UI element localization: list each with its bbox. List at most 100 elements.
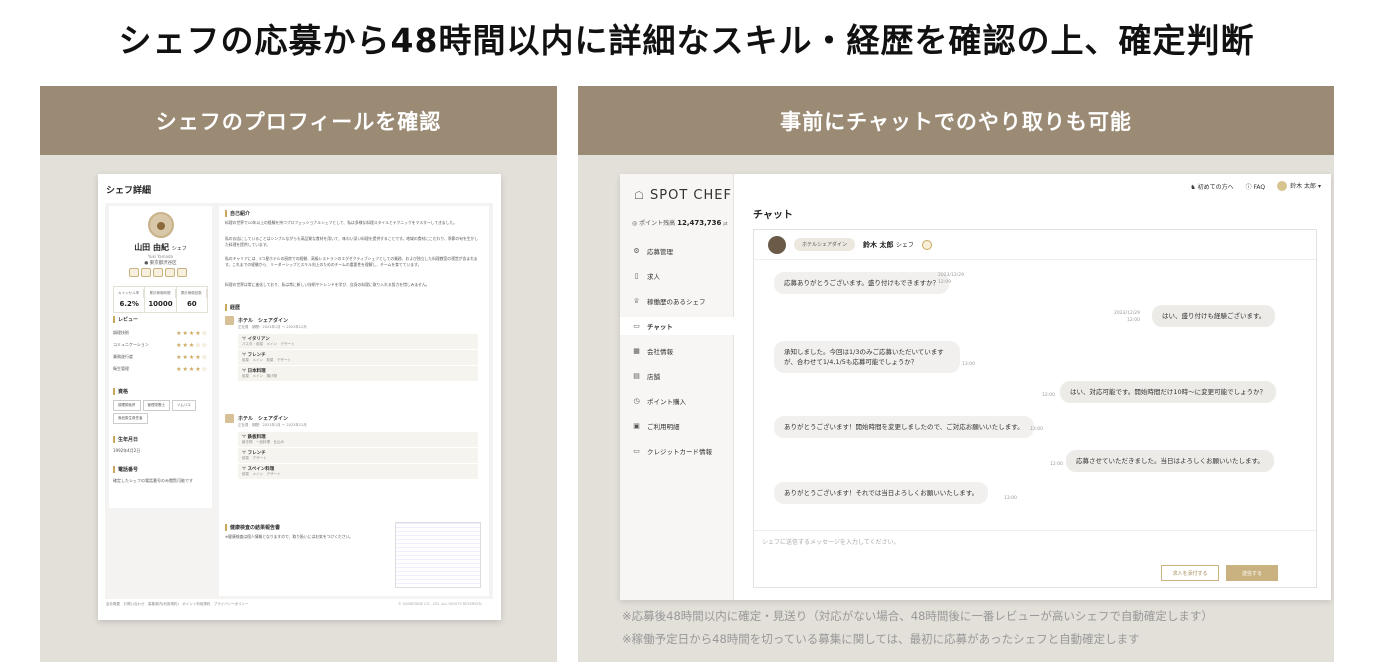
stars: ★★★★☆ xyxy=(176,330,208,337)
cuisine-item: ♈ フレンチ 前菜 デザート xyxy=(238,448,478,464)
settings-icon: ⚙ xyxy=(633,247,640,255)
document-icon: ▯ xyxy=(634,272,639,280)
review-row: 業務遂行度 ★★★★☆ xyxy=(113,354,208,361)
cuisine-item: ♈ スペイン料理 前菜 メイン デザート xyxy=(238,464,478,480)
intro-text: 料理の世界で10年以上の経験を持つプロフェッショナルシェフとして、私は多様な料理… xyxy=(225,220,458,225)
intro-text: 料理の世界は常に進化しており、私は常に新しい技術やトレンドを学び、自身の料理に取… xyxy=(225,282,430,287)
message-timestamp: 2023/12/29 12:00 xyxy=(1114,311,1140,323)
company-tag: ホテルシェアダイン xyxy=(794,238,856,251)
credit-card-icon: ▭ xyxy=(633,447,640,455)
logo[interactable]: ☖ SPOT CHEF xyxy=(634,188,732,203)
profile-content: 山田 由紀 シェフ Yuki Yamada ● 東京都渋谷区 キャンセル率 6.2… xyxy=(105,203,493,599)
sidebar-item-past-chefs[interactable]: ♕ 稼働歴のあるシェフ xyxy=(632,292,730,310)
stats: キャンセル率 6.2% 累計稼働時間 10000 累計稼働回数 60 xyxy=(113,286,208,313)
footer-links[interactable]: 会社概要 お問い合わせ 募集案内(利用規約) ポイント利用規約 プライバシーポリ… xyxy=(106,602,249,607)
qualification-tag: ソムリエ xyxy=(172,400,196,411)
profile-detail: 自己紹介 料理の世界で10年以上の経験を持つプロフェッショナルシェフとして、私は… xyxy=(219,206,489,596)
chevron-down-icon: ▾ xyxy=(1317,182,1321,190)
badges xyxy=(129,268,187,277)
qualification-tags: 調理師免許 管理栄養士 ソムリエ 食品衛生責任者 xyxy=(113,400,208,424)
qualification-tag: 調理師免許 xyxy=(113,400,141,411)
intro-text: 私のキャリアには、5つ星ホテルの厨房での経験、高級レストランのエグゼクティブシェ… xyxy=(225,256,478,267)
store-icon: ▤ xyxy=(633,372,640,380)
review-row: 調理技術 ★★★★☆ xyxy=(113,330,208,337)
hotel-icon xyxy=(225,414,234,423)
profile-icon[interactable] xyxy=(921,239,932,250)
message-bubble: 応募ありがとうございます。盛り付けもできますか？ xyxy=(774,272,950,294)
career-item: ホテル シェアダイン 正社員 期間：2021年1月 〜 2023年12月 ♈ イ… xyxy=(225,316,481,382)
stat: キャンセル率 6.2% xyxy=(114,287,146,312)
birth-value: 1992年4月2日 xyxy=(113,448,141,453)
beginner-icon: ♞ xyxy=(1190,183,1196,191)
chat-header: ホテルシェアダイン 鈴木 太郎 シェフ xyxy=(754,230,1316,260)
qualification-heading: 資格 xyxy=(113,388,128,395)
birth-heading: 生年月日 xyxy=(113,436,138,443)
message-bubble: ありがとうございます！それでは当日よろしくお願いいたします。 xyxy=(774,482,989,504)
profile-panel: シェフのプロフィールを確認 シェフ詳細 山田 由紀 シェフ Yuki Yamad… xyxy=(40,86,557,662)
message-timestamp: 13:00 xyxy=(1030,427,1043,432)
chef-avatar[interactable] xyxy=(768,235,786,254)
headline: シェフの応募から48時間以内に詳細なスキル・経歴を確認の上、確定判断 xyxy=(118,21,1255,60)
message-timestamp: 12:00 xyxy=(1050,462,1063,467)
career-item: ホテル シェアダイン 正社員 期間：2021年1月 〜 2023年12月 ♈ 鉄… xyxy=(225,414,481,480)
points-balance: ◎ ポイント残高 12,473,736 pt xyxy=(632,219,728,227)
receipt-icon: ▣ xyxy=(633,422,640,430)
note-1: ※応募後48時間以内に確定・見送り（対応がない場合、48時間後に一番レビューが高… xyxy=(622,609,1213,623)
cuisine-item: ♈ 日本料理 前菜 メイン 揚げ物 xyxy=(238,366,478,382)
chat-icon: ▭ xyxy=(633,322,640,330)
badge-icon xyxy=(141,268,151,277)
review-row: コミュニケーション ★★★☆☆ xyxy=(113,342,208,349)
send-button[interactable]: 送信する xyxy=(1226,565,1278,581)
badge-icon xyxy=(165,268,175,277)
chat-panel-heading: 事前にチャットでのやり取りも可能 xyxy=(578,86,1334,155)
chef-name: 鈴木 太郎 シェフ xyxy=(863,240,914,249)
sidebar-item-store[interactable]: ▤ 店舗 xyxy=(632,367,730,385)
question-icon: ⓘ xyxy=(1245,183,1252,191)
cuisine-item: ♈ 鉄板料理 焼き物 一品料理 仕込み xyxy=(238,432,478,448)
sidebar-item-buy-points[interactable]: ◷ ポイント購入 xyxy=(632,392,730,410)
profile-panel-heading: シェフのプロフィールを確認 xyxy=(40,86,557,155)
health-text: ※健康検査は個人情報となりますので、取り扱いにはお気をつけください。 xyxy=(225,534,354,539)
sidebar-item-applications[interactable]: ⚙ 応募管理 xyxy=(632,242,730,260)
message-timestamp: 12:00 xyxy=(1042,393,1055,398)
attach-job-button[interactable]: 求人を添付する xyxy=(1161,565,1219,581)
intro-heading: 自己紹介 xyxy=(225,210,250,217)
chat-window: ホテルシェアダイン 鈴木 太郎 シェフ 応募ありがとうございます。盛り付けもでき… xyxy=(753,229,1317,588)
chef-name: 山田 由紀 シェフ xyxy=(134,243,187,252)
beginner-link[interactable]: ♞ 初めての方へ xyxy=(1190,182,1233,191)
intro-text: 私のお店にしていることはシンプルながらも高品質な食材を用いて、味わい深い料理を提… xyxy=(225,236,479,247)
sidebar: ☖ SPOT CHEF ◎ ポイント残高 12,473,736 pt ⚙ 応募管理… xyxy=(620,174,734,600)
stars: ★★★☆☆ xyxy=(176,342,208,349)
chef-romaji: Yuki Yamada xyxy=(148,254,173,259)
sidebar-item-jobs[interactable]: ▯ 求人 xyxy=(632,267,730,285)
faq-link[interactable]: ⓘ FAQ xyxy=(1246,182,1266,191)
stat: 累計稼働時間 10000 xyxy=(145,287,177,312)
page-title: チャット xyxy=(753,210,793,221)
message-bubble: ありがとうございます！開始時間を変更しましたので、ご対応お願いいたします。 xyxy=(774,416,1034,438)
phone-heading: 電話番号 xyxy=(113,466,138,473)
health-heading: 健康検査の結果報告書 xyxy=(225,524,280,531)
topbar: ♞ 初めての方へ ⓘ FAQ 鈴木 太郎 ▾ xyxy=(734,174,1331,198)
cuisine-item: ♈ イタリアン パスタ・前菜 メイン デザート xyxy=(238,334,478,350)
cuisine-item: ♈ フレンチ 前菜 メイン 前菜 デザート xyxy=(238,350,478,366)
message-bubble: はい、対応可能です。開始時間だけ10時〜に変更可能でしょうか？ xyxy=(1060,381,1277,403)
coin-icon: ◷ xyxy=(633,397,640,405)
sidebar-item-company[interactable]: ▦ 会社情報 xyxy=(632,342,730,360)
stars: ★★★★☆ xyxy=(176,366,208,373)
review-heading: レビュー xyxy=(113,316,138,323)
message-bubble: 応募させていただきました。当日はよろしくお願いいたします。 xyxy=(1066,450,1274,472)
building-icon: ▦ xyxy=(633,347,640,355)
sidebar-item-chat[interactable]: ▭ チャット xyxy=(620,317,734,335)
chef-icon: ♕ xyxy=(633,297,640,305)
message-timestamp: 13:00 xyxy=(962,362,975,367)
message-placeholder[interactable]: シェフに送信するメッセージを入力してください。 xyxy=(762,537,900,546)
sidebar-item-credit-card[interactable]: ▭ クレジットカード情報 xyxy=(632,442,730,460)
sidebar-item-statement[interactable]: ▣ ご利用明細 xyxy=(632,417,730,435)
avatar xyxy=(1277,181,1288,192)
message-timestamp: 13:00 xyxy=(1004,496,1017,501)
footer-copyright: © SHAREDINE CO., LTD. ALL RIGHTS RESERVE… xyxy=(398,602,483,606)
message-input[interactable]: シェフに送信するメッセージを入力してください。 求人を添付する 送信する xyxy=(754,530,1316,588)
health-report-image[interactable] xyxy=(395,522,481,588)
user-menu[interactable]: 鈴木 太郎 ▾ xyxy=(1277,181,1321,192)
phone-value: 確定したシェフの電話番号のみ閲覧可能です xyxy=(113,478,193,483)
